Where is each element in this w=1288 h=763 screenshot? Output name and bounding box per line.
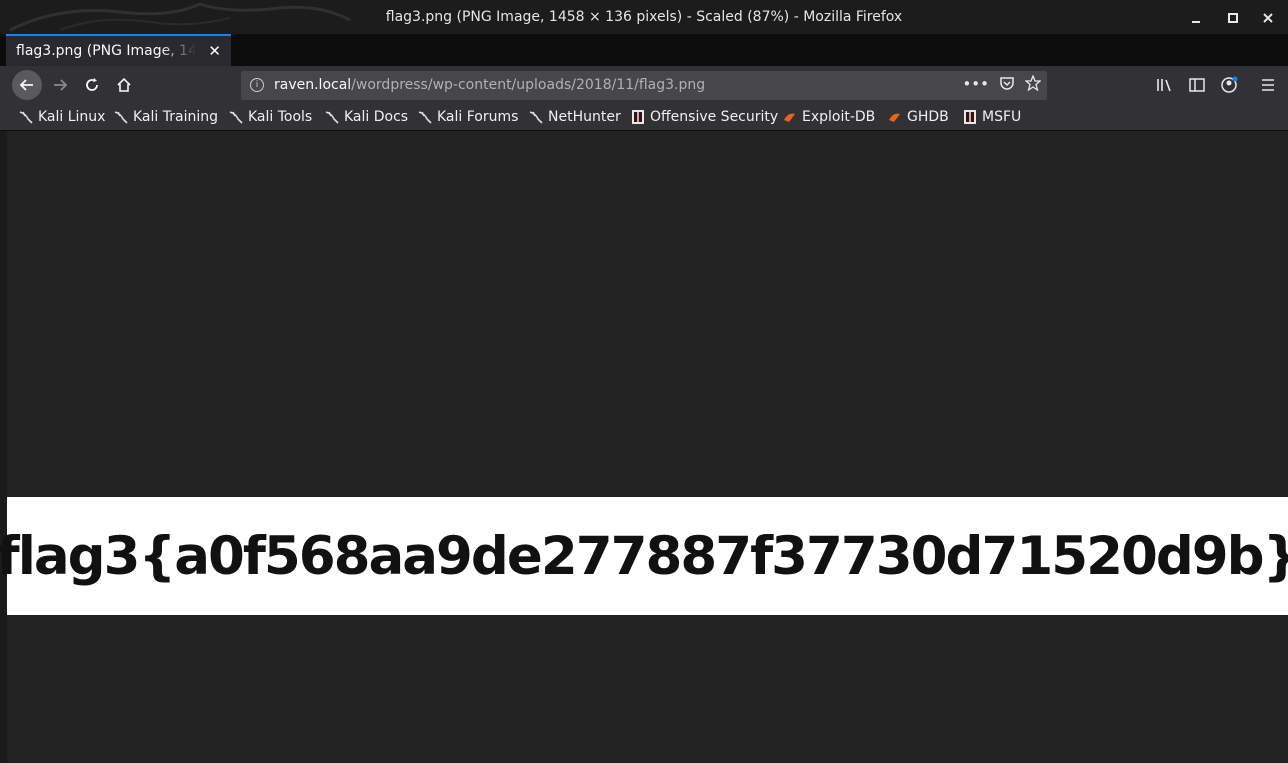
bookmark-nethunter[interactable]: NetHunter	[529, 107, 621, 127]
bookmark-ghdb[interactable]: GHDB	[888, 107, 949, 127]
image-viewer[interactable]: flag3{a0f568aa9de277887f37730d71520d9b}	[0, 131, 1288, 763]
account-icon[interactable]	[1218, 74, 1240, 96]
tab-title: flag3.png (PNG Image, 1458 × 136 pixels)	[16, 43, 196, 59]
bookmark-label: GHDB	[907, 109, 949, 125]
back-button[interactable]	[12, 70, 42, 100]
page-actions-icon[interactable]: •••	[962, 75, 989, 95]
bookmark-offensive-security[interactable]: Offensive Security	[631, 107, 778, 127]
url-text[interactable]: raven.local/wordpress/wp-content/uploads…	[274, 77, 705, 93]
window-titlebar[interactable]: flag3.png (PNG Image, 1458 × 136 pixels)…	[0, 0, 1288, 35]
bookmark-kali-training[interactable]: Kali Training	[114, 107, 218, 127]
back-arrow-icon	[19, 79, 33, 91]
kali-dragon-icon	[325, 111, 339, 124]
bookmark-label: Exploit-DB	[802, 109, 876, 125]
kali-dragon-icon	[529, 111, 543, 124]
home-icon	[117, 77, 131, 92]
kali-dragon-icon	[418, 111, 432, 124]
offsec-icon	[632, 110, 644, 124]
url-path: /wordpress/wp-content/uploads/2018/11/fl…	[351, 77, 706, 93]
forward-button[interactable]	[46, 71, 74, 99]
url-actions: •••	[962, 74, 1042, 95]
close-icon[interactable]	[1258, 8, 1278, 28]
url-host: raven.local	[274, 77, 352, 93]
tab-flag3[interactable]: flag3.png (PNG Image, 1458 × 136 pixels)…	[6, 34, 231, 66]
tab-close-icon[interactable]: ✕	[208, 42, 221, 60]
pocket-icon[interactable]	[999, 75, 1015, 95]
kali-dragon-icon	[229, 111, 243, 124]
kali-dragon-icon	[114, 111, 128, 124]
reload-button[interactable]	[78, 71, 106, 99]
reload-icon	[86, 78, 98, 91]
sidebar-icon[interactable]	[1186, 74, 1208, 96]
bookmark-msfu[interactable]: MSFU	[963, 107, 1021, 127]
bookmarks-toolbar: Kali Linux Kali Training Kali Tools Kali…	[0, 104, 1288, 131]
navigation-toolbar: i raven.local/wordpress/wp-content/uploa…	[0, 66, 1288, 104]
forward-arrow-icon	[54, 79, 68, 91]
bookmark-kali-tools[interactable]: Kali Tools	[229, 107, 312, 127]
exploitdb-icon	[889, 113, 900, 122]
home-button[interactable]	[110, 71, 138, 99]
minimize-icon[interactable]	[1186, 8, 1206, 28]
bookmark-label: Kali Linux	[38, 109, 106, 125]
bookmark-label: NetHunter	[548, 109, 621, 125]
bookmark-kali-docs[interactable]: Kali Docs	[325, 107, 408, 127]
menu-icon[interactable]	[1257, 74, 1279, 96]
url-bar[interactable]: i raven.local/wordpress/wp-content/uploa…	[241, 71, 1047, 100]
flag-image[interactable]: flag3{a0f568aa9de277887f37730d71520d9b}	[0, 497, 1288, 615]
library-icon[interactable]	[1154, 74, 1176, 96]
kali-dragon-icon	[19, 111, 33, 124]
bookmark-label: Kali Tools	[248, 109, 313, 125]
flag-text: flag3{a0f568aa9de277887f37730d71520d9b}	[0, 525, 1288, 587]
bookmark-star-icon[interactable]	[1024, 74, 1042, 95]
window-title: flag3.png (PNG Image, 1458 × 136 pixels)…	[385, 9, 903, 25]
bookmark-exploit-db[interactable]: Exploit-DB	[783, 107, 875, 127]
bookmark-label: Kali Training	[133, 109, 218, 125]
bookmark-label: Kali Forums	[437, 109, 519, 125]
maximize-icon[interactable]	[1223, 8, 1243, 28]
bookmark-kali-forums[interactable]: Kali Forums	[418, 107, 518, 127]
exploitdb-icon	[784, 113, 795, 122]
bookmark-kali-linux[interactable]: Kali Linux	[19, 107, 105, 127]
info-icon[interactable]: i	[250, 78, 264, 92]
bookmark-label: Kali Docs	[344, 109, 409, 125]
offsec-icon	[964, 110, 976, 124]
tab-strip: flag3.png (PNG Image, 1458 × 136 pixels)…	[0, 34, 1288, 96]
bookmark-label: Offensive Security	[650, 109, 779, 125]
bookmark-label: MSFU	[982, 109, 1022, 125]
